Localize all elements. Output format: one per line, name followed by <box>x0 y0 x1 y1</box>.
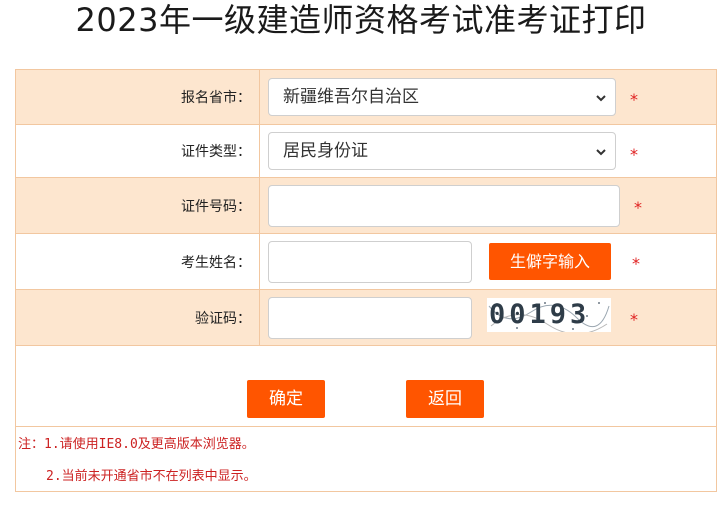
required-marker: * <box>630 145 638 164</box>
chevron-down-icon <box>596 149 606 156</box>
form-actions: 确定 返回 <box>16 346 716 427</box>
candidate-name-input[interactable] <box>268 241 472 283</box>
id-number-label: 证件号码： <box>16 178 260 233</box>
required-marker: * <box>630 310 638 329</box>
id-type-select-value: 居民身份证 <box>283 141 368 161</box>
captcha-image[interactable]: 00193 <box>487 298 611 335</box>
note-province: 2.当前未开通省市不在列表中显示。 <box>46 469 257 484</box>
notes: 注：1.请使用IE8.0及更高版本浏览器。 2.当前未开通省市不在列表中显示。 <box>16 427 716 491</box>
candidate-name-row: 考生姓名： 生僻字输入 * <box>16 234 716 290</box>
captcha-input[interactable] <box>268 297 472 339</box>
required-marker: * <box>630 90 638 109</box>
chevron-down-icon <box>596 95 606 102</box>
rare-character-input-button[interactable]: 生僻字输入 <box>489 243 611 280</box>
id-type-label: 证件类型： <box>16 125 260 177</box>
candidate-name-label: 考生姓名： <box>16 234 260 289</box>
id-number-input[interactable] <box>268 185 620 227</box>
captcha-row: 验证码： 00193 * <box>16 290 716 346</box>
captcha-label: 验证码： <box>16 290 260 345</box>
captcha-text: 00193 <box>489 299 591 330</box>
id-number-row: 证件号码： * <box>16 178 716 234</box>
back-button[interactable]: 返回 <box>406 380 484 418</box>
id-type-row: 证件类型： 居民身份证 * <box>16 125 716 178</box>
note-browser: 注：1.请使用IE8.0及更高版本浏览器。 <box>18 437 255 452</box>
province-select-value: 新疆维吾尔自治区 <box>283 87 419 107</box>
province-row: 报名省市： 新疆维吾尔自治区 * <box>16 70 716 125</box>
page-title: 2023年一级建造师资格考试准考证打印 <box>75 1 647 39</box>
confirm-button[interactable]: 确定 <box>247 380 325 418</box>
province-label: 报名省市： <box>16 70 260 124</box>
admission-ticket-form: 报名省市： 新疆维吾尔自治区 * 证件类型： 居民身份证 * 证件号码： * 考… <box>15 69 717 492</box>
required-marker: * <box>634 198 642 217</box>
province-select[interactable]: 新疆维吾尔自治区 <box>268 78 616 116</box>
required-marker: * <box>632 254 640 273</box>
id-type-select[interactable]: 居民身份证 <box>268 132 616 170</box>
